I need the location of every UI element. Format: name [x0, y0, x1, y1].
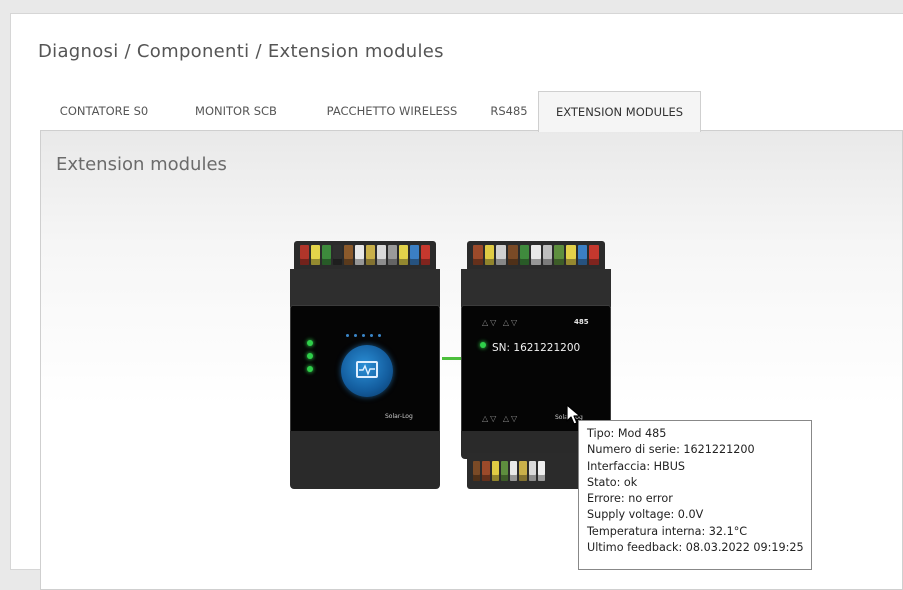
terminal-pin — [491, 461, 499, 481]
terminal-pin — [554, 245, 565, 265]
tooltip-temperatura: Temperatura interna: 32.1°C — [587, 524, 748, 538]
terminal-pin — [484, 245, 495, 265]
tooltip-interfaccia: Interfaccia: HBUS — [587, 459, 686, 473]
status-led — [307, 353, 313, 359]
tooltip-ultimo-feedback: Ultimo feedback: 08.03.2022 09:19:25 — [587, 541, 804, 555]
panel-title: Extension modules — [56, 154, 227, 175]
terminal-pin — [519, 461, 527, 481]
terminal-pin — [333, 245, 342, 265]
tab-pacchetto-wireless[interactable]: PACCHETTO WIRELESS — [305, 91, 479, 131]
terminal-pin — [473, 461, 481, 481]
terminal-pin — [528, 461, 536, 481]
terminal-pin — [473, 245, 483, 265]
main-device-image: Solar-Log — [290, 241, 440, 491]
mouse-pointer-icon — [566, 404, 582, 430]
terminal-pin — [566, 245, 576, 265]
tooltip-errore: Errore: no error — [587, 492, 673, 506]
tooltip-stato: Stato: ok — [587, 475, 638, 489]
breadcrumb: Diagnosi / Componenti / Extension module… — [38, 41, 444, 62]
module-type-label: 485 — [574, 318, 589, 326]
tab-contatore-s0[interactable]: CONTATORE S0 — [41, 91, 167, 131]
status-led — [307, 366, 313, 372]
terminal-pin — [577, 245, 588, 265]
tab-extension-modules[interactable]: EXTENSION MODULES — [538, 91, 701, 132]
terminal-pin — [410, 245, 419, 265]
tooltip-tipo: Tipo: Mod 485 — [587, 427, 667, 440]
terminal-pin — [355, 245, 364, 265]
terminal-pin — [300, 245, 309, 265]
module-front: △▽ △▽ 485 SN: 1621221200 △▽ △▽ Solar-Log — [461, 305, 611, 435]
terminal-pin — [537, 461, 545, 481]
serial-number-display: SN: 1621221200 — [492, 342, 581, 354]
terminal-pin — [542, 245, 553, 265]
terminal-pin — [507, 245, 518, 265]
terminal-pin — [496, 245, 506, 265]
main-device-lower-housing — [290, 431, 440, 489]
terminal-pin — [399, 245, 408, 265]
terminal-pin — [531, 245, 541, 265]
brand-logo: Solar-Log — [385, 413, 413, 420]
module-top-connector — [467, 241, 605, 271]
terminal-pin — [322, 245, 331, 265]
module-info-tooltip: Tipo: Mod 485 Numero di serie: 162122120… — [578, 420, 812, 570]
terminal-pin — [344, 245, 353, 265]
terminal-pin — [500, 461, 508, 481]
tab-rs485[interactable]: RS485 — [479, 91, 539, 131]
main-device-front: Solar-Log — [290, 305, 440, 435]
main-device-top-connector — [294, 241, 436, 271]
terminal-pin — [482, 461, 490, 481]
tooltip-numero-serie: Numero di serie: 1621221200 — [587, 443, 755, 457]
tab-monitor-scb[interactable]: MONITOR SCB — [167, 91, 305, 131]
tooltip-supply-voltage: Supply voltage: 0.0V — [587, 508, 704, 522]
status-led — [480, 342, 486, 348]
terminal-pin — [311, 245, 320, 265]
connection-cable — [442, 357, 462, 360]
terminal-pin — [519, 245, 530, 265]
terminal-pin — [366, 245, 375, 265]
terminal-pin — [589, 245, 600, 265]
monitor-pulse-icon — [341, 345, 393, 397]
terminal-pin — [421, 245, 430, 265]
status-led — [307, 340, 313, 346]
terminal-pin — [388, 245, 397, 265]
terminal-pin — [377, 245, 386, 265]
terminal-pin — [510, 461, 518, 481]
